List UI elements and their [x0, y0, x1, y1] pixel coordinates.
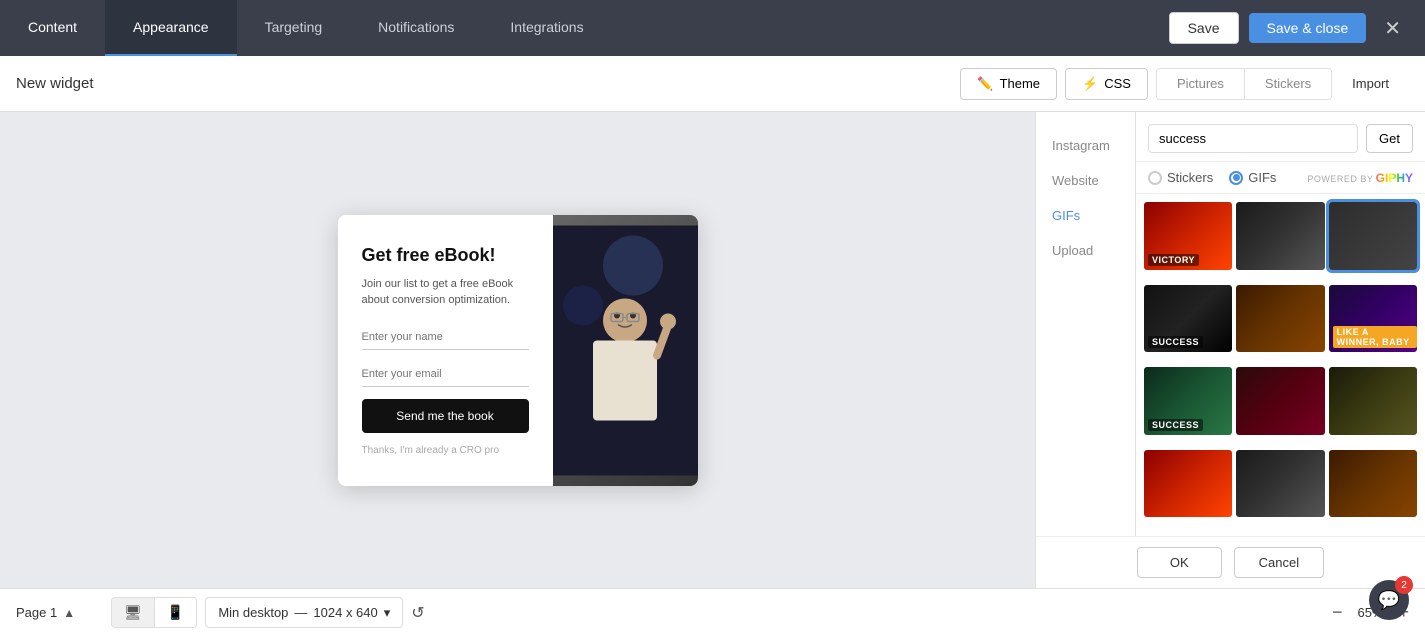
gif-item[interactable]: SUCCESS	[1144, 367, 1232, 435]
import-button[interactable]: Import	[1332, 68, 1409, 100]
gif-item[interactable]	[1236, 450, 1324, 518]
widget-headline: Get free eBook!	[362, 245, 529, 266]
top-nav: Content Appearance Targeting Notificatio…	[0, 0, 1425, 56]
get-button[interactable]: Get	[1366, 124, 1413, 153]
gif-search-input[interactable]	[1148, 124, 1358, 153]
chat-icon: 💬	[1378, 590, 1400, 611]
refresh-icon: ↺	[411, 605, 424, 622]
giphy-powered-text: POWERED BY	[1307, 174, 1373, 184]
save-close-button[interactable]: Save & close	[1249, 13, 1367, 43]
nav-tabs: Content Appearance Targeting Notificatio…	[0, 0, 612, 56]
widget-popup: Get free eBook! Join our list to get a f…	[338, 215, 698, 486]
page-chevron-up[interactable]: ▲	[63, 606, 75, 620]
viewport-size: 1024 x 640	[313, 605, 377, 620]
tab-appearance[interactable]: Appearance	[105, 0, 237, 56]
canvas-area: Get free eBook! Join our list to get a f…	[0, 112, 1035, 588]
tab-stickers[interactable]: Stickers	[1245, 69, 1331, 99]
radio-stickers-label: Stickers	[1167, 170, 1213, 185]
radio-gifs[interactable]: GIFs	[1229, 170, 1276, 185]
desktop-icon: 🖥	[124, 604, 142, 620]
tab-pictures[interactable]: Pictures	[1157, 69, 1245, 99]
ok-button[interactable]: OK	[1137, 547, 1222, 578]
giphy-logo: POWERED BY GIPHY	[1307, 171, 1413, 185]
notification-count: 2	[1395, 576, 1413, 594]
tab-integrations[interactable]: Integrations	[482, 0, 611, 56]
gif-overlay: SUCCESS	[1148, 419, 1203, 431]
gif-item[interactable]: VICTORY	[1144, 202, 1232, 270]
gif-item[interactable]	[1329, 450, 1417, 518]
gif-item[interactable]	[1329, 367, 1417, 435]
sidebar-item-gifs[interactable]: GIFs	[1036, 198, 1135, 233]
search-area: Get	[1136, 112, 1425, 162]
zoom-out-button[interactable]: −	[1332, 602, 1343, 623]
widget-cta-button[interactable]: Send me the book	[362, 399, 529, 433]
gif-item[interactable]	[1329, 202, 1417, 270]
widget-skip-link[interactable]: Thanks, I'm already a CRO pro	[362, 445, 529, 456]
device-buttons: 🖥 📱	[111, 597, 197, 628]
sub-header: New widget ✏️ Theme ⚡ CSS Pictures Stick…	[0, 56, 1425, 112]
mobile-button[interactable]: 📱	[155, 598, 196, 627]
mobile-icon: 📱	[167, 604, 184, 620]
widget-left: Get free eBook! Join our list to get a f…	[338, 215, 553, 486]
panel-footer: OK Cancel	[1036, 536, 1425, 588]
right-panel: Instagram Website GIFs Upload Get Sticke…	[1035, 112, 1425, 588]
theme-button[interactable]: ✏️ Theme	[960, 68, 1057, 100]
widget-image	[553, 215, 698, 486]
lightning-icon: ⚡	[1082, 76, 1098, 92]
panel-inner: Instagram Website GIFs Upload Get Sticke…	[1036, 112, 1425, 536]
radio-gifs-circle	[1229, 171, 1243, 185]
main-content: Get free eBook! Join our list to get a f…	[0, 112, 1425, 588]
nav-actions: Save Save & close ✕	[1169, 12, 1425, 45]
device-controls: 🖥 📱 Min desktop — 1024 x 640 ▾ ↺	[111, 597, 425, 628]
desktop-button[interactable]: 🖥	[112, 598, 155, 627]
radio-stickers[interactable]: Stickers	[1148, 170, 1213, 185]
bottom-bar: Page 1 ▲ 🖥 📱 Min desktop — 1024 x 640 ▾ …	[0, 588, 1425, 636]
media-tabs: Pictures Stickers	[1156, 68, 1332, 100]
viewport-separator: —	[294, 605, 307, 620]
viewport-label: Min desktop	[218, 605, 288, 620]
sidebar-item-website[interactable]: Website	[1036, 163, 1135, 198]
radio-stickers-circle	[1148, 171, 1162, 185]
gif-grid: VICTORY SUCCESS LIKE A WINNER, BABY	[1136, 194, 1425, 536]
panel-content: Get Stickers GIFs POWERED BY GIPHY	[1136, 112, 1425, 536]
notification-badge[interactable]: 💬 2	[1369, 580, 1409, 620]
gif-overlay: VICTORY	[1148, 254, 1199, 266]
refresh-button[interactable]: ↺	[411, 597, 424, 628]
tab-notifications[interactable]: Notifications	[350, 0, 482, 56]
widget-title: New widget	[16, 75, 94, 92]
widget-name-input[interactable]	[362, 325, 529, 350]
widget-description: Join our list to get a free eBook about …	[362, 276, 529, 309]
gif-item[interactable]	[1236, 285, 1324, 353]
widget-person-illustration	[553, 215, 698, 486]
tab-content[interactable]: Content	[0, 0, 105, 56]
widget-email-input[interactable]	[362, 362, 529, 387]
css-button[interactable]: ⚡ CSS	[1065, 68, 1148, 100]
gif-item[interactable]	[1236, 202, 1324, 270]
cancel-button[interactable]: Cancel	[1234, 547, 1324, 578]
brush-icon: ✏️	[977, 76, 993, 92]
sidebar-item-upload[interactable]: Upload	[1036, 233, 1135, 268]
gif-item[interactable]: LIKE A WINNER, BABY	[1329, 285, 1417, 353]
viewport-selector[interactable]: Min desktop — 1024 x 640 ▾	[205, 597, 403, 628]
save-button[interactable]: Save	[1169, 12, 1239, 44]
gif-item[interactable]	[1144, 450, 1232, 518]
panel-sidebar: Instagram Website GIFs Upload	[1036, 112, 1136, 536]
gif-overlay: SUCCESS	[1148, 336, 1203, 348]
radio-row: Stickers GIFs POWERED BY GIPHY	[1136, 162, 1425, 194]
gif-item[interactable]: SUCCESS	[1144, 285, 1232, 353]
page-selector: Page 1 ▲	[16, 605, 75, 620]
close-button[interactable]: ✕	[1376, 12, 1409, 45]
giphy-brand-text: GIPHY	[1376, 171, 1413, 185]
sub-header-actions: ✏️ Theme ⚡ CSS Pictures Stickers Import	[960, 68, 1409, 100]
chevron-down-icon: ▾	[384, 605, 391, 621]
radio-gifs-label: GIFs	[1248, 170, 1276, 185]
page-label: Page 1	[16, 605, 57, 620]
tab-targeting[interactable]: Targeting	[237, 0, 351, 56]
sidebar-item-instagram[interactable]: Instagram	[1036, 128, 1135, 163]
gif-overlay: LIKE A WINNER, BABY	[1333, 326, 1417, 348]
gif-item[interactable]	[1236, 367, 1324, 435]
